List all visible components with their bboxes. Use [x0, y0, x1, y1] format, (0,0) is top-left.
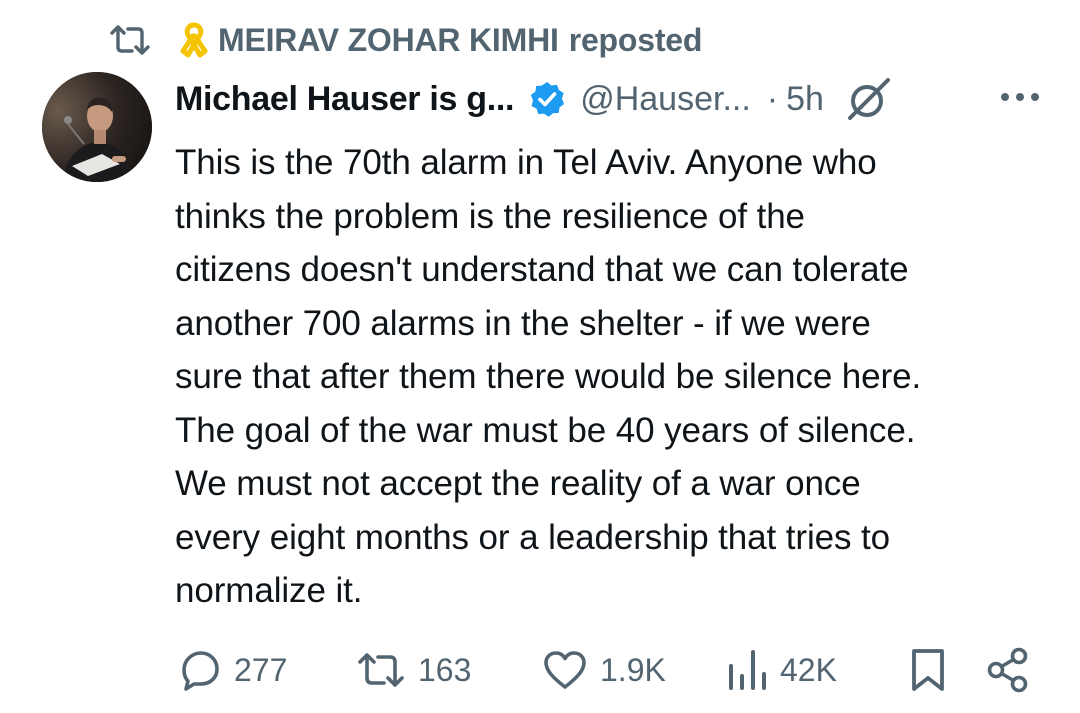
post-text: This is the 70th alarm in Tel Aviv. Anyo…	[175, 143, 922, 610]
action-bar: 277 163 1.9K 42K	[0, 640, 1080, 700]
author-name[interactable]: Michael Hauser is g...	[175, 80, 515, 119]
like-button[interactable]: 1.9K	[542, 640, 666, 700]
views-chart-icon	[729, 650, 766, 690]
reply-count: 277	[234, 651, 288, 688]
meta-separator: ·	[766, 79, 779, 118]
views-button[interactable]: 42K	[726, 640, 837, 700]
post-card[interactable]: MEIRAV ZOHAR KIMHI reposted Michael Haus…	[0, 0, 1080, 713]
like-count: 1.9K	[600, 651, 666, 688]
share-button[interactable]	[984, 640, 1032, 700]
repost-count: 163	[418, 651, 472, 688]
post-timestamp[interactable]: 5h	[786, 80, 824, 119]
author-avatar[interactable]	[42, 72, 152, 182]
bookmark-icon	[912, 649, 944, 691]
bookmark-button[interactable]	[906, 640, 950, 700]
repost-icon	[358, 653, 404, 687]
grok-icon[interactable]	[846, 76, 892, 122]
repost-button[interactable]: 163	[356, 640, 471, 700]
verified-badge-icon[interactable]	[528, 80, 566, 118]
author-handle[interactable]: @Hauser...	[580, 80, 751, 119]
reply-button[interactable]: 277	[176, 640, 287, 700]
yellow-ribbon-icon	[180, 21, 208, 59]
reposter-name[interactable]: MEIRAV ZOHAR KIMHI	[218, 22, 559, 59]
share-icon	[987, 647, 1028, 693]
repost-context[interactable]: MEIRAV ZOHAR KIMHI reposted	[108, 18, 702, 62]
more-options-icon[interactable]	[995, 82, 1045, 112]
reply-icon	[182, 651, 219, 691]
heart-icon	[544, 651, 586, 689]
view-count: 42K	[780, 651, 837, 688]
repost-icon	[108, 23, 152, 57]
post-header: Michael Hauser is g... @Hauser... · 5h	[175, 74, 1045, 124]
repost-suffix: reposted	[568, 21, 703, 58]
